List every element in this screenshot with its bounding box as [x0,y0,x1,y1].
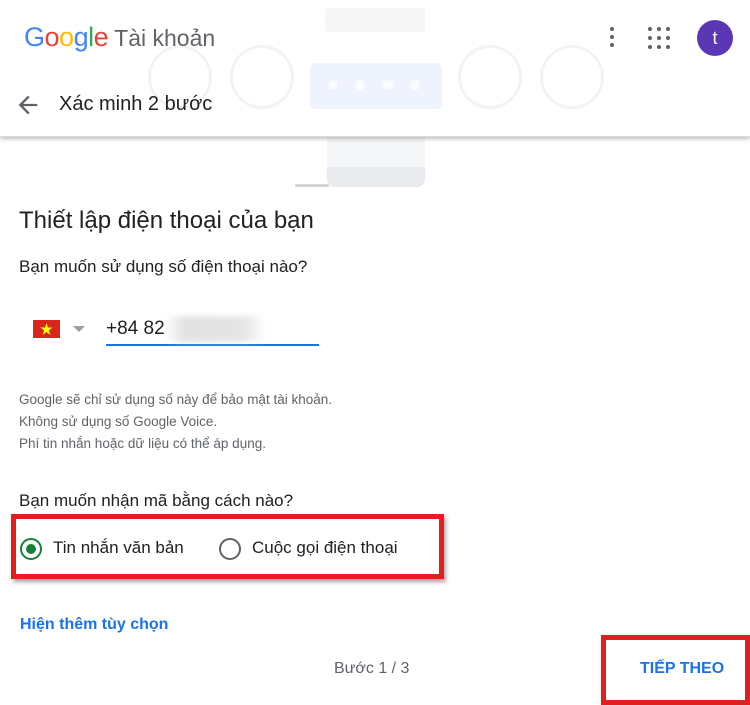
page-title: Thiết lập điện thoại của bạn [19,207,314,234]
page-subtitle: Xác minh 2 bước [59,93,213,115]
step-indicator: Bước 1 / 3 [334,660,410,677]
note-line: Google sẽ chỉ sử dụng số này để bảo mật … [19,392,332,407]
device-illustration [327,137,425,187]
redacted-digits [165,316,265,342]
radio-text-message[interactable] [20,538,42,560]
chevron-down-icon [73,326,85,332]
google-logo: Google [24,22,109,52]
app-header: Google Tài khoản t Xác minh 2 bước [0,0,750,137]
device-shadow [295,184,329,187]
radio-phone-call[interactable] [219,538,241,560]
avatar[interactable]: t [697,20,733,56]
apps-grid-icon[interactable] [648,27,670,49]
more-vert-icon[interactable] [600,24,624,50]
app-title: Tài khoản [114,25,216,51]
header-illustration [0,0,750,137]
back-arrow-icon[interactable] [14,91,42,119]
brand[interactable]: Google Tài khoản [24,22,215,54]
method-question: Bạn muốn nhận mã bằng cách nào? [19,491,294,510]
phone-question: Bạn muốn sử dụng số điện thoại nào? [19,257,308,276]
country-selector[interactable] [33,320,93,340]
note-line: Không sử dụng số Google Voice. [19,414,218,429]
more-options-link[interactable]: Hiện thêm tùy chọn [20,616,168,634]
phone-notes: Google sẽ chỉ sử dụng số này để bảo mật … [19,389,332,455]
vietnam-flag-icon [33,320,60,338]
note-line: Phí tin nhắn hoặc dữ liệu có thể áp dụng… [19,436,266,451]
radio-label-phone-call[interactable]: Cuộc gọi điện thoại [252,538,398,558]
next-button[interactable]: TIẾP THEO [640,660,724,678]
radio-label-text-message[interactable]: Tin nhắn văn bản [53,538,184,558]
